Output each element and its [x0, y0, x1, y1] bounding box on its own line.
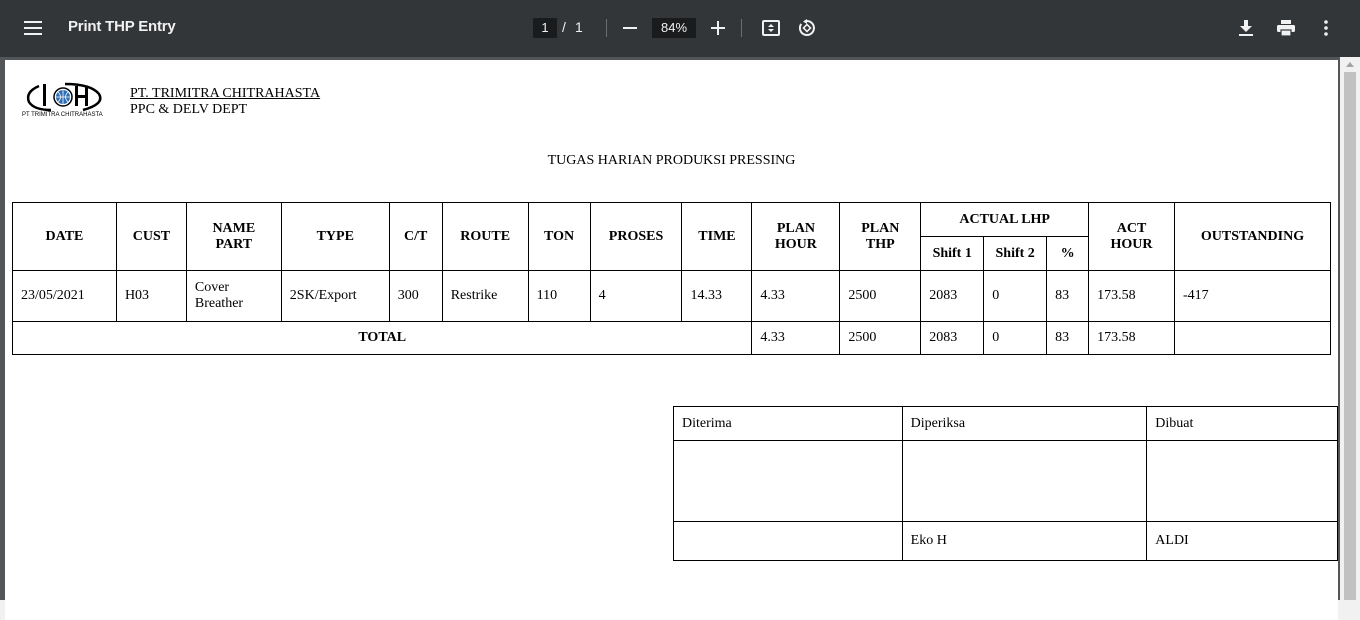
cell-plan-hour: 4.33 — [751, 270, 841, 322]
total-pct: 83 — [1046, 321, 1090, 355]
sign-dibuat-label: Dibuat — [1146, 406, 1338, 441]
sign-diterima-space — [673, 440, 903, 522]
header-proses: PROSES — [589, 202, 683, 271]
cell-name-part: Cover Breather — [185, 270, 282, 322]
header-ct: C/T — [388, 202, 443, 271]
sign-diperiksa-name: Eko H — [901, 521, 1148, 561]
production-table: DATE CUST NAME PART TYPE C/T ROUTE TON PR… — [11, 202, 1331, 355]
download-button[interactable] — [1235, 17, 1257, 39]
department-name: PPC & DELV DEPT — [130, 102, 248, 117]
total-shift2: 0 — [983, 321, 1048, 355]
cell-outstanding: -417 — [1174, 270, 1331, 322]
download-icon — [1239, 20, 1253, 36]
sign-diterima-label: Diterima — [673, 406, 903, 441]
cell-ct: 300 — [388, 270, 443, 322]
menu-button[interactable] — [20, 16, 46, 40]
header-actual-lhp: ACTUAL LHP — [920, 202, 1090, 237]
header-ton: TON — [527, 202, 591, 271]
fit-page-button[interactable] — [760, 17, 782, 39]
header-time: TIME — [681, 202, 753, 271]
header-pct: % — [1046, 236, 1090, 271]
rotate-button[interactable] — [796, 17, 818, 39]
sign-diperiksa-label: Diperiksa — [901, 406, 1148, 441]
total-plan-thp: 2500 — [839, 321, 922, 355]
cell-pct: 83 — [1046, 270, 1090, 322]
total-label: TOTAL — [11, 321, 753, 355]
zoom-out-icon — [623, 27, 637, 29]
logo-caption: PT TRIMITRA CHITRAHASTA — [22, 112, 103, 118]
total-outstanding — [1174, 321, 1331, 355]
header-name-part: NAME PART — [185, 202, 282, 271]
header-date: DATE — [12, 202, 117, 271]
header-route: ROUTE — [441, 202, 529, 271]
cell-ton: 110 — [527, 270, 591, 322]
cell-time: 14.33 — [681, 270, 753, 322]
company-name: PT. TRIMITRA CHITRAHASTA — [130, 86, 321, 101]
more-options-button[interactable] — [1315, 17, 1337, 39]
cell-date: 23/05/2021 — [12, 270, 117, 322]
header-cust: CUST — [115, 202, 187, 271]
pdf-toolbar: Print THP Entry 1 / 1 84% — [0, 0, 1360, 57]
page-number-input[interactable]: 1 — [533, 18, 557, 38]
toolbar-divider — [606, 19, 607, 37]
total-act-hour: 173.58 — [1088, 321, 1175, 355]
document-heading: TUGAS HARIAN PRODUKSI PRESSING — [547, 153, 796, 168]
sign-diperiksa-space — [901, 440, 1148, 522]
cell-cust: H03 — [115, 270, 187, 322]
cell-proses: 4 — [589, 270, 683, 322]
zoom-level-input[interactable]: 84% — [652, 18, 696, 38]
sign-dibuat-space — [1146, 440, 1338, 522]
zoom-out-button[interactable] — [619, 18, 641, 38]
header-plan-hour: PLAN HOUR — [751, 202, 841, 271]
fit-page-icon — [762, 20, 780, 36]
sign-dibuat-name: ALDI — [1146, 521, 1338, 561]
menu-icon — [24, 21, 42, 35]
page-separator: / — [562, 19, 566, 35]
header-plan-thp: PLAN THP — [839, 202, 922, 271]
cell-act-hour: 173.58 — [1088, 270, 1175, 322]
cell-type: 2SK/Export — [280, 270, 390, 322]
rotate-icon — [798, 19, 815, 36]
zoom-in-icon — [711, 21, 725, 35]
cell-shift1: 2083 — [920, 270, 985, 322]
cell-route: Restrike — [441, 270, 529, 322]
cell-shift2: 0 — [983, 270, 1048, 322]
document-title: Print THP Entry — [68, 18, 176, 35]
header-shift1: Shift 1 — [920, 236, 985, 271]
cell-plan-thp: 2500 — [839, 270, 922, 322]
total-plan-hour: 4.33 — [751, 321, 841, 355]
toolbar-divider — [741, 19, 742, 37]
print-icon — [1277, 20, 1295, 36]
header-type: TYPE — [280, 202, 390, 271]
sign-diterima-name — [673, 521, 903, 561]
header-outstanding: OUTSTANDING — [1174, 202, 1331, 271]
zoom-in-button[interactable] — [707, 18, 729, 38]
scrollbar-thumb[interactable] — [1344, 72, 1356, 600]
pdf-page: PT TRIMITRA CHITRAHASTA PT. TRIMITRA CHI… — [5, 60, 1338, 620]
page-total: 1 — [575, 19, 583, 35]
table-row: 23/05/2021 H03 Cover Breather 2SK/Export … — [12, 270, 1331, 322]
more-vert-icon — [1324, 20, 1328, 36]
scroll-up-arrow-icon[interactable] — [1346, 62, 1354, 67]
total-row: TOTAL 4.33 2500 2083 0 83 173.58 — [11, 321, 1331, 355]
pdf-viewer: PT TRIMITRA CHITRAHASTA PT. TRIMITRA CHI… — [0, 57, 1360, 620]
print-button[interactable] — [1275, 17, 1297, 39]
header-act-hour: ACT HOUR — [1088, 202, 1175, 271]
header-shift2: Shift 2 — [983, 236, 1048, 271]
total-shift1: 2083 — [920, 321, 985, 355]
signature-table: Diterima Diperiksa Dibuat Eko H ALDI — [673, 406, 1338, 561]
